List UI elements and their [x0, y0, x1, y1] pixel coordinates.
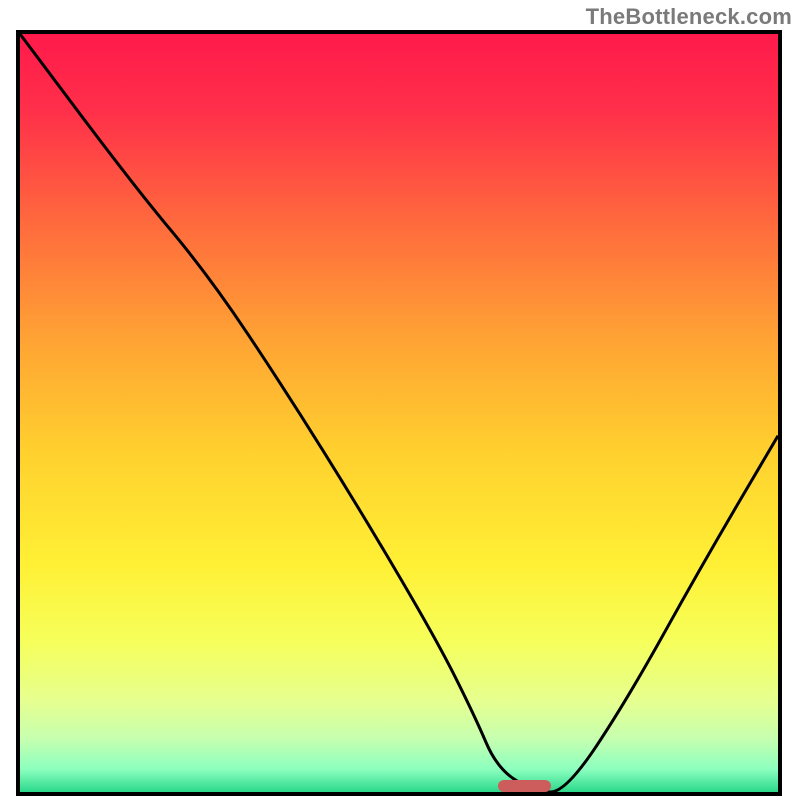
- target-marker: [498, 780, 551, 792]
- watermark-text: TheBottleneck.com: [586, 4, 792, 30]
- chart-frame: TheBottleneck.com: [0, 0, 800, 800]
- plot-area: [16, 30, 782, 796]
- bottleneck-curve: [20, 34, 778, 792]
